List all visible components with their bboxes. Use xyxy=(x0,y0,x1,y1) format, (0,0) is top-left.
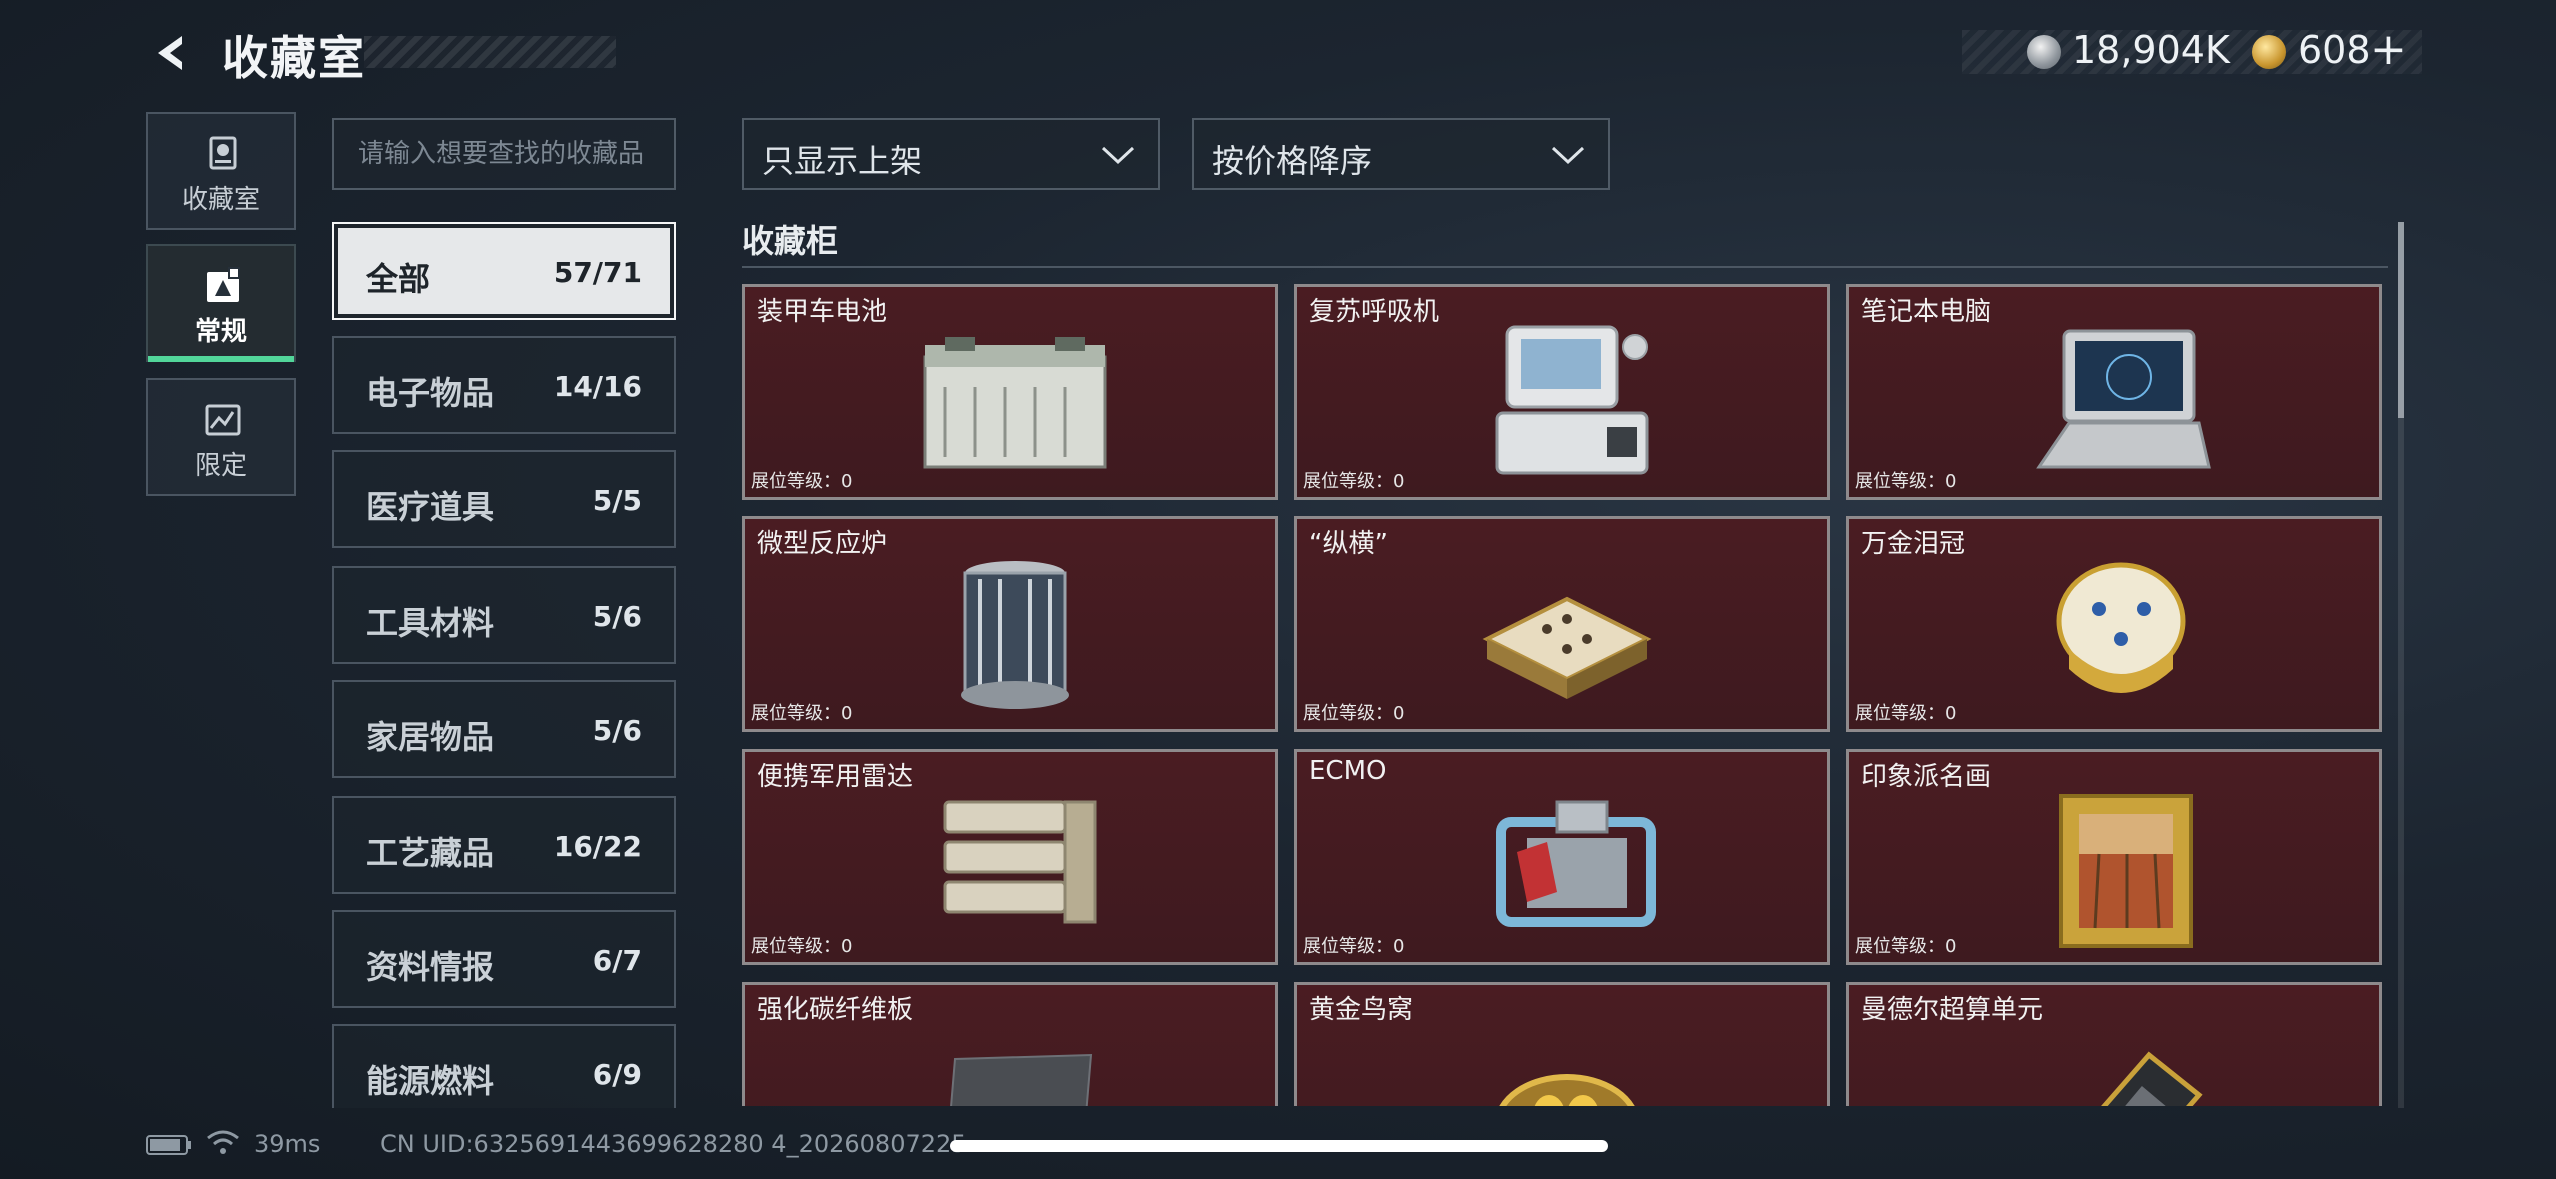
sort-dropdown[interactable]: 按价格降序 xyxy=(1192,118,1610,190)
item-name: ECMO xyxy=(1309,756,1387,786)
item-level: 展位等级：0 xyxy=(1303,471,1405,492)
section-title: 收藏柜 xyxy=(742,222,839,260)
item-card[interactable]: 装甲车电池 展位等级：0 xyxy=(742,284,1278,500)
category-household[interactable]: 家居物品 5/6 xyxy=(332,680,676,778)
painting-item-icon xyxy=(2059,794,2193,948)
radar-item-icon xyxy=(943,800,1097,924)
battery-item-icon xyxy=(923,337,1107,469)
category-list: 全部 57/71 电子物品 14/16 医疗道具 5/5 工具材料 5/6 家居… xyxy=(0,0,700,1108)
wifi-icon xyxy=(207,1130,239,1154)
item-card[interactable]: 复苏呼吸机 展位等级：0 xyxy=(1294,284,1830,500)
item-level: 展位等级：0 xyxy=(1303,936,1405,957)
golden-nest-item-icon xyxy=(1499,1074,1635,1106)
category-all[interactable]: 全部 57/71 xyxy=(332,222,676,320)
item-name: 装甲车电池 xyxy=(757,297,888,327)
item-level: 展位等级：0 xyxy=(1303,703,1405,724)
compute-unit-item-icon xyxy=(2101,1051,2203,1106)
category-name: 能源燃料 xyxy=(366,1062,495,1100)
category-count: 5/5 xyxy=(592,484,642,517)
sort-value: 按价格降序 xyxy=(1212,142,1373,180)
item-card[interactable]: 便携军用雷达 展位等级：0 xyxy=(742,749,1278,965)
add-currency-button[interactable]: + xyxy=(2370,24,2407,75)
category-crafts[interactable]: 工艺藏品 16/22 xyxy=(332,796,676,894)
item-level: 展位等级：0 xyxy=(751,703,853,724)
item-level: 展位等级：0 xyxy=(1855,703,1957,724)
category-name: 家居物品 xyxy=(366,718,495,756)
item-name: 笔记本电脑 xyxy=(1861,297,1992,327)
item-card[interactable]: ECMO 展位等级：0 xyxy=(1294,749,1830,965)
item-card[interactable]: 强化碳纤维板 xyxy=(742,982,1278,1106)
category-name: 全部 xyxy=(366,260,431,298)
item-card[interactable]: 曼德尔超算单元 xyxy=(1846,982,2382,1106)
user-uid: CN UID:6325691443699628280 4_20260807225 xyxy=(380,1130,967,1158)
category-count: 5/6 xyxy=(592,600,642,633)
section-divider xyxy=(742,266,2388,268)
item-level: 展位等级：0 xyxy=(751,936,853,957)
item-name: 万金泪冠 xyxy=(1861,529,1966,559)
item-card[interactable]: 万金泪冠 展位等级：0 xyxy=(1846,516,2382,732)
scrollbar-thumb[interactable] xyxy=(2398,222,2404,418)
category-name: 工艺藏品 xyxy=(366,834,495,872)
item-grid: 装甲车电池 展位等级：0 复苏呼吸机 展位等级：0 笔记本电脑 展位等级：0 微… xyxy=(742,284,2382,1106)
item-name: 强化碳纤维板 xyxy=(757,995,914,1025)
category-count: 57/71 xyxy=(553,256,642,289)
item-level: 展位等级：0 xyxy=(1855,471,1957,492)
home-indicator[interactable] xyxy=(950,1140,1608,1152)
category-name: 医疗道具 xyxy=(366,488,495,526)
silver-coin-icon xyxy=(2027,35,2061,69)
category-tools[interactable]: 工具材料 5/6 xyxy=(332,566,676,664)
ventilator-item-icon xyxy=(1495,325,1649,475)
item-name: 印象派名画 xyxy=(1861,762,1992,792)
item-name: 复苏呼吸机 xyxy=(1309,297,1440,327)
category-name: 资料情报 xyxy=(366,948,495,986)
item-card[interactable]: 印象派名画 展位等级：0 xyxy=(1846,749,2382,965)
jeweled-egg-item-icon xyxy=(2056,562,2186,693)
item-card[interactable]: “纵横” 展位等级：0 xyxy=(1294,516,1830,732)
category-intel[interactable]: 资料情报 6/7 xyxy=(332,910,676,1008)
chevron-down-icon xyxy=(1101,146,1135,165)
laptop-item-icon xyxy=(2036,329,2211,469)
ping-readout: 39ms xyxy=(254,1130,321,1158)
battery-icon xyxy=(146,1135,191,1155)
category-electronics[interactable]: 电子物品 14/16 xyxy=(332,336,676,434)
item-name: 黄金鸟窝 xyxy=(1309,995,1414,1025)
item-level: 展位等级：0 xyxy=(751,471,853,492)
gold-currency-value: 608 xyxy=(2298,28,2371,72)
gold-coin-icon xyxy=(2252,35,2286,69)
category-count: 16/22 xyxy=(553,830,642,863)
item-name: 微型反应炉 xyxy=(757,529,888,559)
category-count: 5/6 xyxy=(592,714,642,747)
category-name: 电子物品 xyxy=(366,374,495,412)
category-energy[interactable]: 能源燃料 6/9 xyxy=(332,1024,676,1108)
category-count: 6/7 xyxy=(592,944,642,977)
listing-filter-value: 只显示上架 xyxy=(762,142,923,180)
silver-currency-value: 18,904K xyxy=(2072,28,2230,72)
category-count: 14/16 xyxy=(553,370,642,403)
item-card[interactable]: 微型反应炉 展位等级：0 xyxy=(742,516,1278,732)
item-name: 便携军用雷达 xyxy=(757,762,914,792)
carbon-plate-item-icon xyxy=(950,1053,1093,1106)
item-name: “纵横” xyxy=(1309,529,1388,559)
item-card[interactable]: 黄金鸟窝 xyxy=(1294,982,1830,1106)
category-name: 工具材料 xyxy=(366,604,495,642)
chevron-down-icon xyxy=(1551,146,1585,165)
ecmo-item-icon xyxy=(1496,800,1656,927)
category-medical[interactable]: 医疗道具 5/5 xyxy=(332,450,676,548)
item-level: 展位等级：0 xyxy=(1855,936,1957,957)
category-count: 6/9 xyxy=(592,1058,642,1091)
listing-filter-dropdown[interactable]: 只显示上架 xyxy=(742,118,1160,190)
reactor-item-icon xyxy=(961,561,1069,709)
chessboard-item-icon xyxy=(1482,596,1652,699)
item-card[interactable]: 笔记本电脑 展位等级：0 xyxy=(1846,284,2382,500)
